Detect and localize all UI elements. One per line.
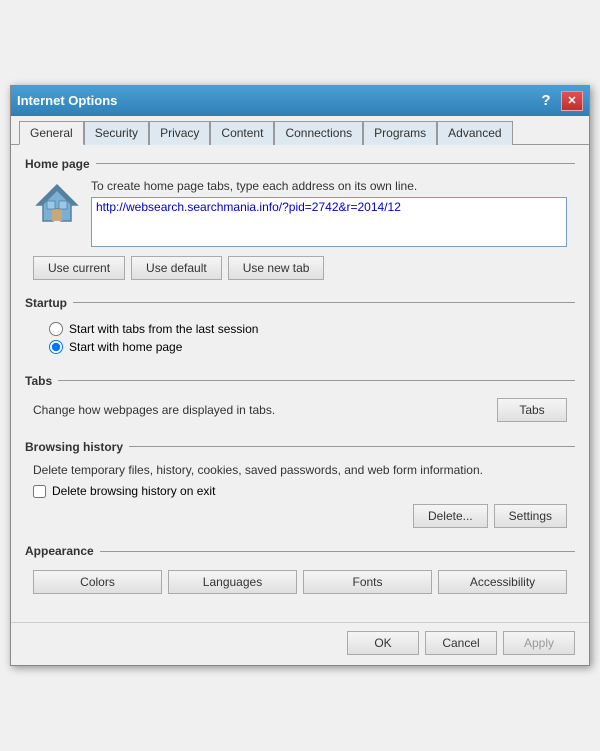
tab-content[interactable]: Content: [210, 121, 274, 145]
tab-security[interactable]: Security: [84, 121, 149, 145]
fonts-button[interactable]: Fonts: [303, 570, 432, 594]
browsing-history-inner: Delete temporary files, history, cookies…: [25, 458, 575, 533]
home-url-scroll: [91, 197, 567, 250]
use-default-button[interactable]: Use default: [131, 256, 222, 280]
tabs-section-label: Tabs: [25, 374, 575, 388]
content-area: Home page To create home: [11, 145, 589, 623]
startup-tabs-label: Start with tabs from the last session: [69, 322, 258, 336]
tabs-row: Change how webpages are displayed in tab…: [33, 396, 567, 424]
startup-option2-row: Start with home page: [49, 340, 551, 354]
appearance-section: Appearance Colors Languages Fonts Access…: [25, 544, 575, 598]
startup-section: Startup Start with tabs from the last se…: [25, 296, 575, 362]
home-url-input[interactable]: [91, 197, 567, 247]
home-page-label: Home page: [25, 157, 575, 171]
title-bar: Internet Options ? ✕: [11, 86, 589, 116]
tab-privacy[interactable]: Privacy: [149, 121, 210, 145]
startup-label: Startup: [25, 296, 575, 310]
appearance-inner: Colors Languages Fonts Accessibility: [25, 562, 575, 598]
delete-btn-row: Delete... Settings: [33, 504, 567, 528]
title-bar-left: Internet Options: [17, 93, 117, 108]
languages-button[interactable]: Languages: [168, 570, 297, 594]
startup-tabs-radio[interactable]: [49, 322, 63, 336]
cancel-button[interactable]: Cancel: [425, 631, 497, 655]
ok-button[interactable]: OK: [347, 631, 419, 655]
tab-programs[interactable]: Programs: [363, 121, 437, 145]
startup-home-radio[interactable]: [49, 340, 63, 354]
use-new-tab-button[interactable]: Use new tab: [228, 256, 325, 280]
tabs-section: Tabs Change how webpages are displayed i…: [25, 374, 575, 428]
appearance-label: Appearance: [25, 544, 575, 558]
tabs-desc: Change how webpages are displayed in tab…: [33, 403, 275, 417]
startup-option1-row: Start with tabs from the last session: [49, 322, 551, 336]
home-page-right: To create home page tabs, type each addr…: [91, 179, 567, 250]
home-page-row: To create home page tabs, type each addr…: [33, 179, 567, 250]
appearance-btn-row: Colors Languages Fonts Accessibility: [33, 570, 567, 594]
colors-button[interactable]: Colors: [33, 570, 162, 594]
delete-on-exit-label: Delete browsing history on exit: [52, 484, 215, 498]
tab-bar: General Security Privacy Content Connect…: [11, 116, 589, 145]
close-button[interactable]: ✕: [561, 91, 583, 111]
tab-advanced[interactable]: Advanced: [437, 121, 512, 145]
apply-button[interactable]: Apply: [503, 631, 575, 655]
tab-general[interactable]: General: [19, 121, 84, 145]
home-page-section: Home page To create home: [25, 157, 575, 284]
delete-button[interactable]: Delete...: [413, 504, 488, 528]
tab-connections[interactable]: Connections: [274, 121, 363, 145]
browsing-history-section: Browsing history Delete temporary files,…: [25, 440, 575, 533]
home-page-inner: To create home page tabs, type each addr…: [25, 175, 575, 284]
startup-home-label: Start with home page: [69, 340, 182, 354]
home-page-desc: To create home page tabs, type each addr…: [91, 179, 567, 193]
home-icon: [33, 179, 81, 230]
browsing-history-label: Browsing history: [25, 440, 575, 454]
settings-button[interactable]: Settings: [494, 504, 567, 528]
tabs-section-inner: Change how webpages are displayed in tab…: [25, 392, 575, 428]
dialog-footer: OK Cancel Apply: [11, 622, 589, 665]
window-title: Internet Options: [17, 93, 117, 108]
accessibility-button[interactable]: Accessibility: [438, 570, 567, 594]
delete-on-exit-checkbox[interactable]: [33, 485, 46, 498]
home-btn-row: Use current Use default Use new tab: [33, 256, 567, 280]
tabs-button[interactable]: Tabs: [497, 398, 567, 422]
use-current-button[interactable]: Use current: [33, 256, 125, 280]
delete-on-exit-row: Delete browsing history on exit: [33, 484, 567, 498]
title-buttons: ? ✕: [535, 91, 583, 111]
startup-inner: Start with tabs from the last session St…: [25, 314, 575, 362]
internet-options-window: Internet Options ? ✕ General Security Pr…: [10, 85, 590, 667]
browsing-desc: Delete temporary files, history, cookies…: [33, 462, 567, 479]
help-button[interactable]: ?: [535, 91, 557, 111]
